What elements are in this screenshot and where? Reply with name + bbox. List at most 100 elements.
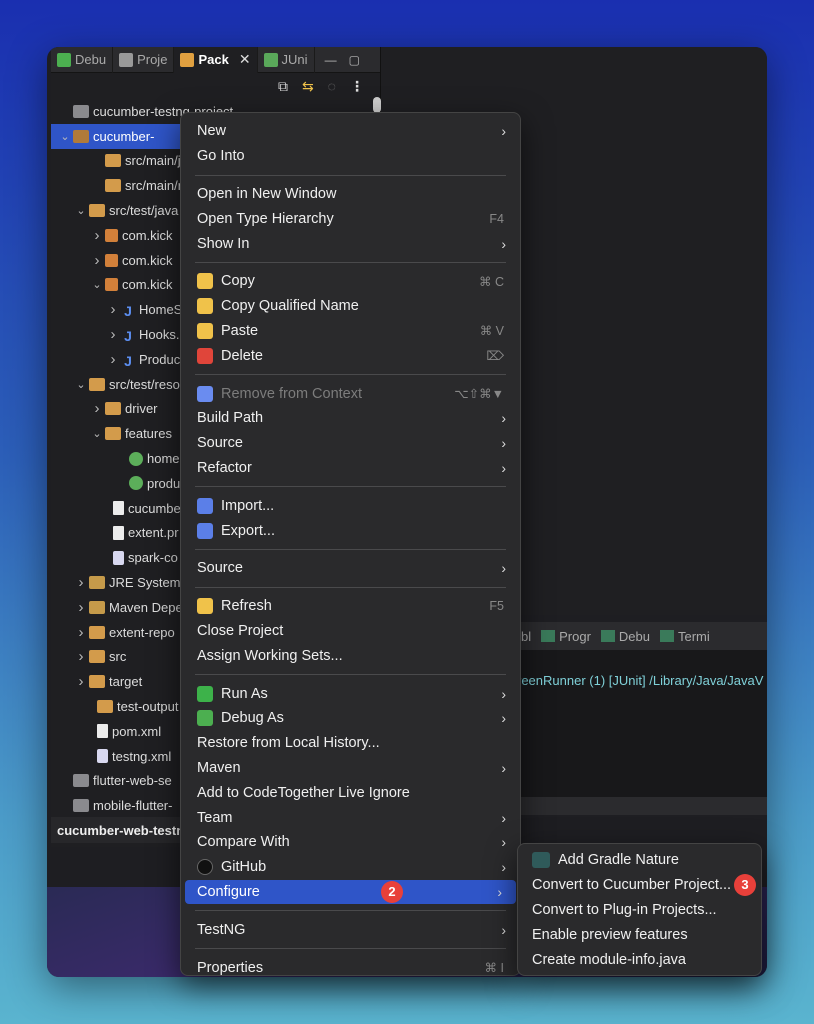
chevron-right-icon[interactable]: › (107, 351, 119, 368)
tab-label: Pack (198, 52, 229, 67)
close-icon[interactable]: ✕ (239, 51, 251, 68)
menu-item-refactor[interactable]: Refactor › (181, 456, 520, 481)
tree-scrollbar[interactable] (373, 97, 381, 113)
chevron-right-icon: › (501, 710, 506, 727)
view-icon (660, 630, 674, 642)
view-menu-icon[interactable]: ⋮ (350, 78, 364, 95)
menu-item-close-project[interactable]: Close Project (181, 619, 520, 644)
chevron-right-icon[interactable]: › (107, 326, 119, 343)
menu-item-testng[interactable]: TestNG › (181, 917, 520, 942)
chevron-right-icon[interactable]: › (75, 574, 87, 591)
submenu-item-label: Enable preview features (532, 926, 688, 943)
pkgfolder-icon (105, 154, 121, 168)
menu-item-export[interactable]: Export... (181, 518, 520, 543)
menu-item-copy-qualified-name[interactable]: Copy Qualified Name (181, 294, 520, 319)
submenu-item-add-gradle-nature[interactable]: Add Gradle Nature (518, 848, 761, 873)
menu-item-new[interactable]: New › (181, 119, 520, 144)
menu-item-label: Close Project (197, 622, 284, 639)
menu-item-add-to-codetogether-live-ignore[interactable]: Add to CodeTogether Live Ignore (181, 780, 520, 805)
pkgfolder-icon (89, 377, 105, 391)
bottom-tab-label: Termi (678, 628, 710, 644)
menu-item-label: GitHub (221, 859, 267, 876)
chevron-right-icon: › (501, 809, 506, 826)
collapse-all-icon[interactable]: ⧉ (278, 78, 288, 95)
menu-item-paste[interactable]: Paste ⌘ V (181, 319, 520, 344)
menu-item-source[interactable]: Source › (181, 431, 520, 456)
menu-item-label: Export... (221, 522, 275, 539)
chevron-down-icon[interactable]: ⌄ (75, 378, 87, 391)
menu-item-go-into[interactable]: Go Into (181, 144, 520, 169)
link-with-editor-icon[interactable]: ⇆ (302, 78, 314, 95)
menu-item-compare-with[interactable]: Compare With › (181, 830, 520, 855)
menu-item-show-in[interactable]: Show In › (181, 231, 520, 256)
tab-juni[interactable]: JUni (258, 47, 315, 73)
menu-item-restore-from-local-history[interactable]: Restore from Local History... (181, 731, 520, 756)
bottom-tab-progr[interactable]: Progr (541, 629, 591, 644)
maximize-icon[interactable]: ▢ (349, 53, 360, 67)
menu-item-open-in-new-window[interactable]: Open in New Window (181, 182, 520, 207)
focus-icon[interactable]: ◌ (328, 78, 336, 94)
menu-item-copy[interactable]: Copy ⌘ C (181, 269, 520, 294)
bottom-tab-termi[interactable]: Termi (660, 629, 710, 644)
delete-icon (197, 347, 213, 364)
chevron-right-icon: › (501, 859, 506, 876)
menu-item-refresh[interactable]: Refresh F5 (181, 594, 520, 619)
menu-item-team[interactable]: Team › (181, 805, 520, 830)
bottom-tab-bl[interactable]: bl (521, 629, 531, 644)
chevron-down-icon[interactable]: ⌄ (59, 130, 71, 143)
chevron-down-icon[interactable]: ⌄ (75, 204, 87, 217)
chevron-right-icon[interactable]: › (107, 301, 119, 318)
tab-pack[interactable]: Pack ✕ (174, 47, 258, 73)
submenu-item-create-module-info-java[interactable]: Create module-info.java (518, 947, 761, 972)
submenu-item-convert-to-plug-in-projects[interactable]: Convert to Plug-in Projects... (518, 898, 761, 923)
chevron-right-icon[interactable]: › (75, 648, 87, 665)
tab-proje[interactable]: Proje (113, 47, 175, 73)
menu-item-github[interactable]: GitHub › (181, 855, 520, 880)
menu-item-maven[interactable]: Maven › (181, 756, 520, 781)
chevron-right-icon[interactable]: › (91, 252, 103, 269)
shortcut-label: ⌘ I (484, 961, 504, 975)
menu-separator (195, 548, 506, 550)
folder-icon (73, 799, 89, 813)
menu-item-import[interactable]: Import... (181, 493, 520, 518)
submenu-item-enable-preview-features[interactable]: Enable preview features (518, 922, 761, 947)
menu-item-configure[interactable]: Configure 2 › (185, 879, 516, 905)
tab-debu[interactable]: Debu (51, 47, 114, 73)
menu-item-label: Go Into (197, 148, 245, 165)
menu-separator (195, 261, 506, 263)
java-icon: J (124, 352, 132, 369)
import-icon (197, 497, 213, 514)
menu-item-source[interactable]: Source › (181, 556, 520, 581)
menu-item-label: Import... (221, 497, 275, 514)
menu-separator (195, 674, 506, 676)
menu-item-assign-working-sets[interactable]: Assign Working Sets... (181, 643, 520, 668)
tree-item-label: testng.xml (112, 748, 172, 764)
chevron-right-icon[interactable]: › (91, 227, 103, 244)
chevron-right-icon[interactable]: › (75, 673, 87, 690)
pkgfolder-icon (89, 675, 105, 689)
view-tab-bar: Debu Proje Pack ✕ JUni — ▢ (51, 47, 380, 73)
chevron-right-icon[interactable]: › (75, 624, 87, 641)
step-badge: 3 (734, 874, 756, 897)
chevron-down-icon[interactable]: ⌄ (91, 427, 103, 440)
menu-item-build-path[interactable]: Build Path › (181, 406, 520, 431)
copy-icon (197, 273, 213, 290)
submenu-item-convert-to-cucumber-project[interactable]: Convert to Cucumber Project... 3 (518, 873, 761, 898)
chevron-right-icon: › (501, 921, 506, 938)
menu-item-delete[interactable]: Delete ⌦ (181, 343, 520, 368)
menu-item-properties[interactable]: Properties ⌘ I (181, 955, 520, 980)
chevron-down-icon[interactable]: ⌄ (91, 278, 103, 291)
export-icon (197, 522, 213, 539)
menu-item-label: Add to CodeTogether Live Ignore (197, 784, 410, 801)
tree-item-label: com.kick (122, 277, 173, 293)
menu-item-open-type-hierarchy[interactable]: Open Type Hierarchy F4 (181, 206, 520, 231)
chevron-right-icon[interactable]: › (91, 400, 103, 417)
menu-item-run-as[interactable]: Run As › (181, 681, 520, 706)
minimize-icon[interactable]: — (325, 53, 337, 67)
menu-separator (195, 586, 506, 588)
bottom-tab-debu[interactable]: Debu (600, 628, 650, 644)
menu-item-debug-as[interactable]: Debug As › (181, 706, 520, 731)
bottom-tab-label: Debu (618, 628, 650, 644)
chevron-right-icon[interactable]: › (75, 599, 87, 616)
shortcut-label: F5 (489, 599, 504, 614)
